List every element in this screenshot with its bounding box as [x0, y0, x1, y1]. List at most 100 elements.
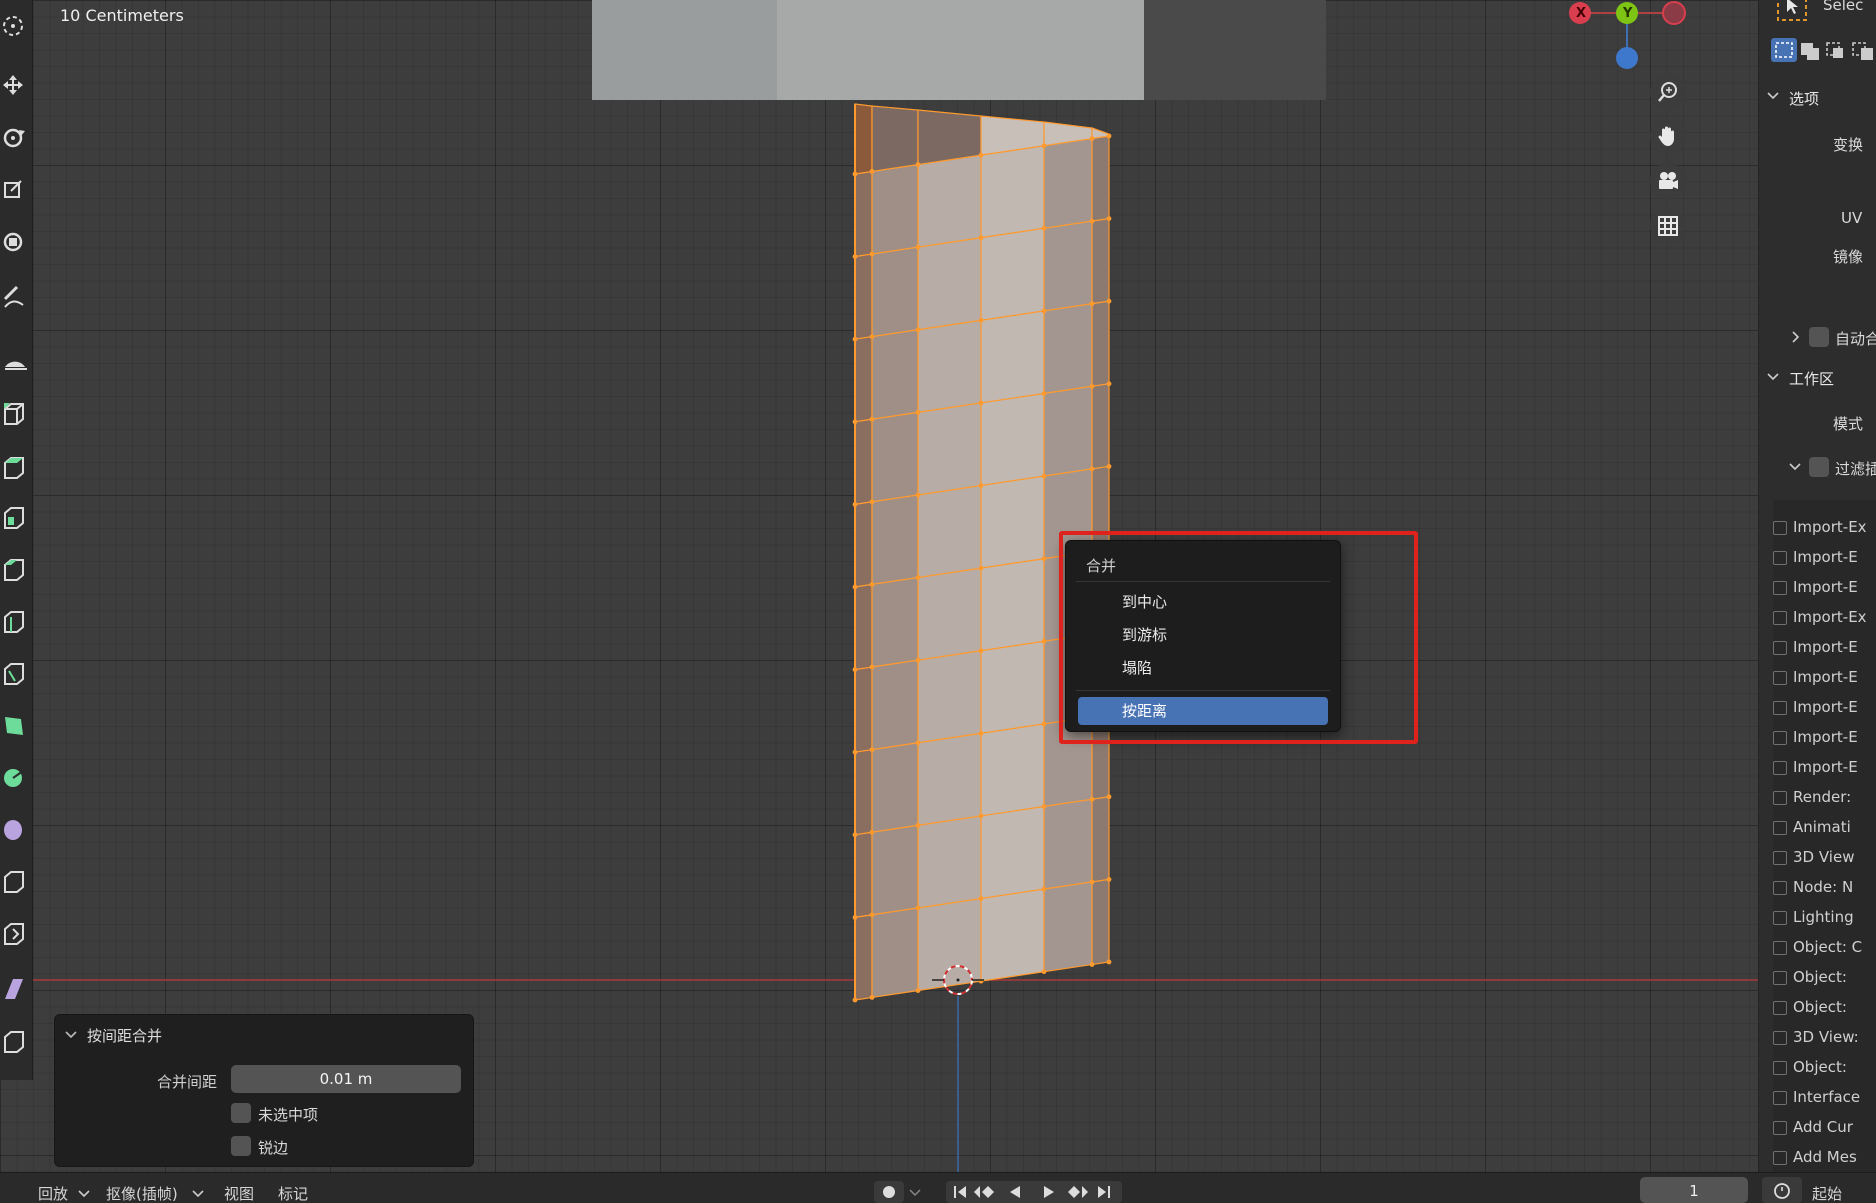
- hand-pan-icon[interactable]: [1650, 118, 1686, 154]
- addon-enable-checkbox[interactable]: [1773, 880, 1787, 895]
- addon-enable-checkbox[interactable]: [1773, 940, 1787, 955]
- select-mode-icons[interactable]: [1769, 36, 1876, 64]
- cursor-tool-icon[interactable]: [0, 6, 32, 46]
- select-box-icon[interactable]: [1775, 0, 1811, 24]
- zoom-icon[interactable]: [1650, 74, 1686, 110]
- addon-list-item[interactable]: Import-E: [1773, 728, 1858, 758]
- addon-list-item[interactable]: Lighting: [1773, 908, 1854, 938]
- addon-enable-checkbox[interactable]: [1773, 580, 1787, 595]
- addon-enable-checkbox[interactable]: [1773, 640, 1787, 655]
- addon-list-item[interactable]: Import-E: [1773, 668, 1858, 698]
- addon-list-item[interactable]: Object:: [1773, 998, 1847, 1028]
- filter-addons-checkbox[interactable]: [1809, 457, 1829, 477]
- addon-list-item[interactable]: Add Cur: [1773, 1118, 1853, 1148]
- add-cube-tool-icon[interactable]: [0, 394, 32, 434]
- scale-tool-icon[interactable]: [0, 170, 32, 210]
- addon-enable-checkbox[interactable]: [1773, 1120, 1787, 1135]
- addon-list-item[interactable]: Import-E: [1773, 698, 1858, 728]
- chevron-down-icon[interactable]: [1767, 91, 1779, 101]
- addon-list-item[interactable]: Object:: [1773, 968, 1847, 998]
- camera-icon[interactable]: [1650, 163, 1686, 199]
- poly-build-tool-icon[interactable]: [0, 706, 32, 746]
- playback-menu[interactable]: 回放: [38, 1183, 68, 1203]
- addon-enable-checkbox[interactable]: [1773, 610, 1787, 625]
- workspace-section-header[interactable]: 工作区: [1789, 368, 1834, 389]
- addon-enable-checkbox[interactable]: [1773, 820, 1787, 835]
- addon-list-item[interactable]: Object:: [1773, 1058, 1847, 1088]
- measure-tool-icon[interactable]: [0, 340, 32, 380]
- 3d-viewport[interactable]: 10 Centimeters X Y: [0, 0, 1758, 1172]
- addon-list-item[interactable]: Import-E: [1773, 758, 1858, 788]
- addon-list-item[interactable]: 3D View: [1773, 848, 1854, 878]
- shrink-fatten-tool-icon[interactable]: [0, 914, 32, 954]
- addon-list-item[interactable]: Add Mes: [1773, 1148, 1857, 1172]
- view-menu[interactable]: 视图: [224, 1183, 254, 1203]
- transform-tool-icon[interactable]: [0, 222, 32, 262]
- grid-icon[interactable]: [1650, 208, 1686, 244]
- marker-menu[interactable]: 标记: [278, 1183, 308, 1203]
- addon-enable-checkbox[interactable]: [1773, 970, 1787, 985]
- smooth-tool-icon[interactable]: [0, 810, 32, 850]
- gizmo-y-label[interactable]: Y: [1620, 3, 1634, 23]
- knife-tool-icon[interactable]: [0, 654, 32, 694]
- merge-distance-field[interactable]: 0.01 m: [231, 1065, 461, 1093]
- addon-enable-checkbox[interactable]: [1773, 550, 1787, 565]
- addon-enable-checkbox[interactable]: [1773, 1000, 1787, 1015]
- options-section-header[interactable]: 选项: [1789, 88, 1819, 109]
- addon-enable-checkbox[interactable]: [1773, 1060, 1787, 1075]
- addon-enable-checkbox[interactable]: [1773, 790, 1787, 805]
- addon-enable-checkbox[interactable]: [1773, 670, 1787, 685]
- addon-enable-checkbox[interactable]: [1773, 850, 1787, 865]
- addon-enable-checkbox[interactable]: [1773, 1030, 1787, 1045]
- viewport-canvas[interactable]: [0, 0, 1758, 1172]
- addon-enable-checkbox[interactable]: [1773, 910, 1787, 925]
- menu-item-collapse[interactable]: 塌陷: [1078, 654, 1328, 682]
- addon-list-item[interactable]: Interface: [1773, 1088, 1860, 1118]
- addon-enable-checkbox[interactable]: [1773, 1090, 1787, 1105]
- addon-list-item[interactable]: Animati: [1773, 818, 1851, 848]
- sharp-edges-checkbox[interactable]: [231, 1136, 251, 1156]
- chevron-down-icon[interactable]: [1789, 462, 1801, 472]
- menu-item-at-cursor[interactable]: 到游标: [1078, 621, 1328, 649]
- record-icon[interactable]: [874, 1181, 928, 1203]
- chevron-down-icon[interactable]: [65, 1030, 77, 1040]
- operator-title[interactable]: 按间距合并: [87, 1025, 162, 1046]
- move-tool-icon[interactable]: [0, 66, 32, 106]
- auto-merge-checkbox[interactable]: [1809, 327, 1829, 347]
- addon-list-item[interactable]: Import-Ex: [1773, 518, 1867, 548]
- addon-list-item[interactable]: Import-E: [1773, 578, 1858, 608]
- annotate-tool-icon[interactable]: [0, 276, 32, 316]
- addon-list-item[interactable]: Import-Ex: [1773, 608, 1867, 638]
- current-frame-field[interactable]: 1: [1640, 1177, 1748, 1203]
- addon-enable-checkbox[interactable]: [1773, 700, 1787, 715]
- addon-list-item[interactable]: 3D View:: [1773, 1028, 1859, 1058]
- shear-tool-icon[interactable]: [0, 968, 32, 1008]
- addon-enable-checkbox[interactable]: [1773, 520, 1787, 535]
- gizmo-x-label[interactable]: X: [1573, 3, 1587, 23]
- addon-enable-checkbox[interactable]: [1773, 760, 1787, 775]
- spin-tool-icon[interactable]: [0, 758, 32, 798]
- rip-tool-icon[interactable]: [0, 1022, 32, 1062]
- rotate-tool-icon[interactable]: [0, 118, 32, 158]
- unselected-checkbox[interactable]: [231, 1103, 251, 1123]
- addon-list-item[interactable]: Node: N: [1773, 878, 1853, 908]
- addon-list-item[interactable]: Render:: [1773, 788, 1851, 818]
- addon-list-item[interactable]: Import-E: [1773, 548, 1858, 578]
- menu-item-by-distance[interactable]: 按距离: [1078, 697, 1328, 725]
- chevron-down-icon[interactable]: [192, 1189, 204, 1199]
- menu-item-at-center[interactable]: 到中心: [1078, 588, 1328, 616]
- extrude-tool-icon[interactable]: [0, 446, 32, 486]
- addon-enable-checkbox[interactable]: [1773, 730, 1787, 745]
- chevron-down-icon[interactable]: [1767, 372, 1779, 382]
- clock-icon[interactable]: [1762, 1177, 1802, 1203]
- chevron-down-icon[interactable]: [78, 1189, 90, 1199]
- chevron-right-icon[interactable]: [1791, 331, 1801, 343]
- keying-menu[interactable]: 抠像(插帧): [106, 1183, 178, 1203]
- loop-cut-tool-icon[interactable]: [0, 602, 32, 642]
- playback-controls[interactable]: [946, 1181, 1122, 1203]
- addon-list-item[interactable]: Object: C: [1773, 938, 1862, 968]
- addon-enable-checkbox[interactable]: [1773, 1150, 1787, 1165]
- addon-list-item[interactable]: Import-E: [1773, 638, 1858, 668]
- edge-slide-tool-icon[interactable]: [0, 862, 32, 902]
- bevel-tool-icon[interactable]: [0, 550, 32, 590]
